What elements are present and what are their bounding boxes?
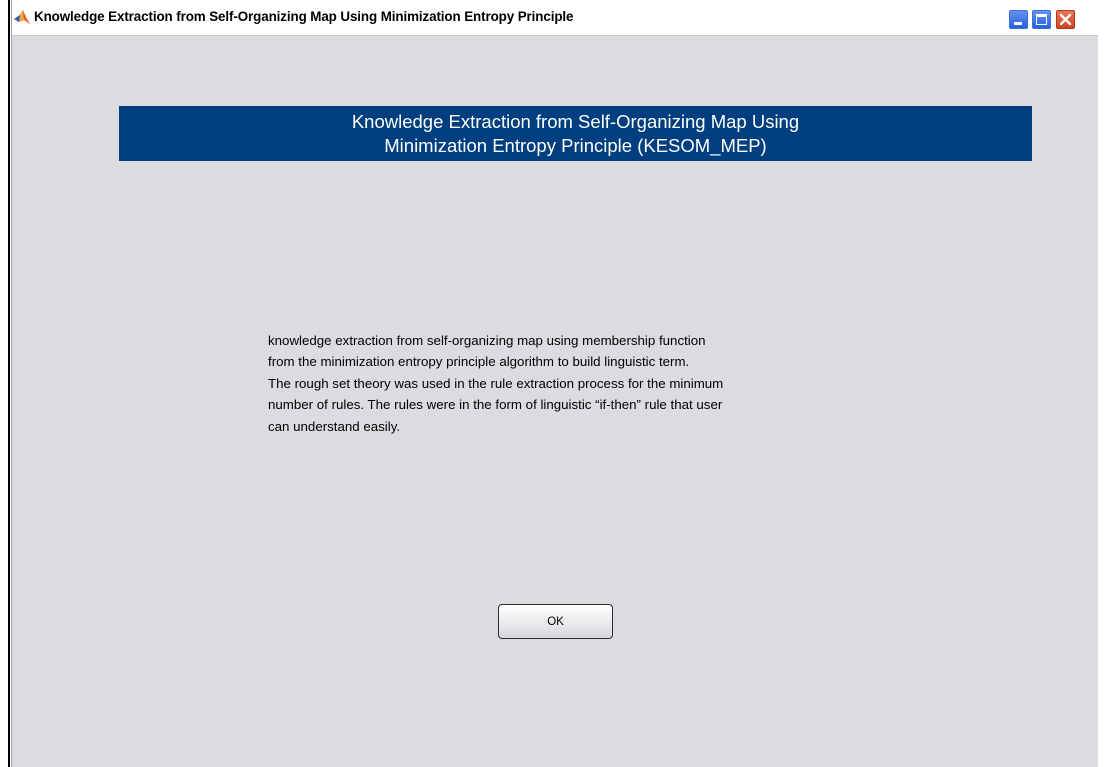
left-border: [8, 0, 10, 767]
window-title: Knowledge Extraction from Self-Organizin…: [34, 9, 574, 24]
description-line: The rough set theory was used in the rul…: [268, 375, 724, 391]
description-line: can understand easily.: [268, 418, 401, 434]
maximize-button[interactable]: [1031, 9, 1052, 30]
description-text: knowledge extraction from self-organizin…: [268, 330, 908, 437]
description-line: from the minimization entropy principle …: [268, 354, 690, 370]
close-icon: [1059, 13, 1072, 26]
title-bar[interactable]: Knowledge Extraction from Self-Organizin…: [12, 0, 1098, 36]
maximize-icon: [1036, 14, 1047, 25]
ok-button[interactable]: OK: [498, 604, 613, 639]
matlab-icon: [13, 9, 31, 25]
minimize-button[interactable]: [1008, 9, 1029, 30]
app-window: Knowledge Extraction from Self-Organizin…: [11, 0, 1098, 767]
close-button[interactable]: [1055, 9, 1076, 30]
title-banner: Knowledge Extraction from Self-Organizin…: [119, 106, 1032, 161]
banner-line-2: Minimization Entropy Principle (KESOM_ME…: [384, 135, 767, 156]
description-line: number of rules. The rules were in the f…: [268, 397, 723, 413]
ok-button-label: OK: [547, 615, 564, 628]
banner-line-1: Knowledge Extraction from Self-Organizin…: [351, 111, 800, 132]
description-line: knowledge extraction from self-organizin…: [268, 333, 706, 348]
minimize-icon: [1014, 22, 1022, 25]
